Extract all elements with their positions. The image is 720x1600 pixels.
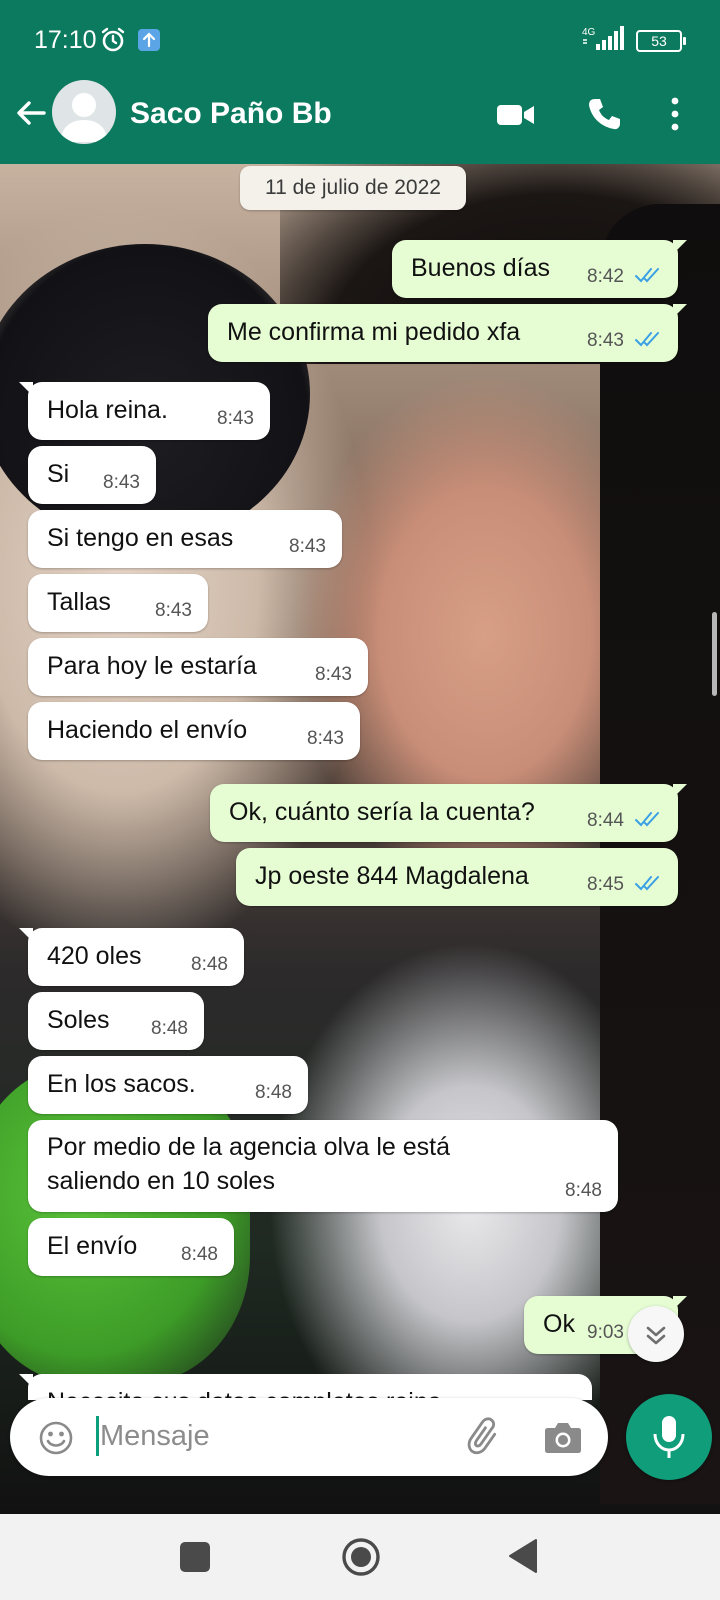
alarm-icon bbox=[101, 27, 125, 52]
home-button[interactable] bbox=[340, 1536, 382, 1578]
message-text: Ok bbox=[543, 1310, 575, 1338]
message-time: 8:43 bbox=[307, 728, 344, 749]
message-input[interactable] bbox=[100, 1412, 460, 1460]
message-text: Si tengo en esas bbox=[47, 524, 234, 552]
message-text: Me confirma mi pedido xfa bbox=[227, 318, 521, 346]
text-cursor bbox=[96, 1416, 99, 1456]
message-time: 8:48 bbox=[181, 1244, 218, 1265]
message-composer bbox=[10, 1398, 608, 1476]
message-bubble[interactable]: Hola reina. 8:43 bbox=[19, 382, 270, 440]
message-bubble[interactable]: Si tengo en esas 8:43 bbox=[28, 510, 342, 568]
message-bubble[interactable]: Por medio de la agencia olva le está sal… bbox=[28, 1120, 618, 1212]
avatar[interactable] bbox=[52, 80, 116, 144]
scroll-to-bottom-button[interactable] bbox=[628, 1306, 684, 1362]
video-call-icon[interactable] bbox=[496, 100, 536, 130]
message-bubble[interactable]: El envío 8:48 bbox=[28, 1218, 234, 1276]
status-bar: 17:10 4G 53 bbox=[0, 0, 720, 78]
read-ticks-icon bbox=[635, 268, 659, 283]
message-bubble[interactable]: Soles 8:48 bbox=[28, 992, 204, 1050]
message-bubble[interactable]: En los sacos. 8:48 bbox=[28, 1056, 308, 1114]
signal-strength-icon: 4G bbox=[582, 26, 624, 50]
avatar-icon bbox=[60, 93, 108, 142]
message-time: 8:48 bbox=[151, 1018, 188, 1039]
message-text: Jp oeste 844 Magdalena bbox=[255, 862, 529, 890]
chat-header: 17:10 4G 53 Saco Paño Bb bbox=[0, 0, 720, 164]
mic-button[interactable] bbox=[626, 1394, 712, 1480]
message-time: 8:43 bbox=[315, 664, 352, 685]
message-time: 8:44 bbox=[587, 810, 624, 831]
message-bubble[interactable]: Ok, cuánto sería la cuenta? 8:44 bbox=[210, 784, 687, 842]
read-ticks-icon bbox=[635, 332, 659, 347]
message-time: 8:43 bbox=[587, 330, 624, 351]
message-time: 8:43 bbox=[103, 472, 140, 493]
message-bubble[interactable]: Tallas 8:43 bbox=[28, 574, 208, 632]
scrollbar[interactable] bbox=[712, 612, 717, 696]
svg-text:4G: 4G bbox=[582, 27, 596, 38]
message-time: 8:45 bbox=[587, 874, 624, 895]
message-bubble[interactable]: Necesito sus datos completos reina bbox=[19, 1374, 592, 1400]
message-time: 8:48 bbox=[565, 1180, 602, 1201]
message-time: 8:48 bbox=[191, 954, 228, 975]
message-text: En los sacos. bbox=[47, 1070, 196, 1098]
message-text: Haciendo el envío bbox=[47, 716, 248, 744]
back-arrow-icon[interactable] bbox=[14, 96, 48, 130]
message-bubble[interactable]: Si 8:43 bbox=[28, 446, 156, 504]
message-text: Tallas bbox=[47, 588, 111, 616]
battery-indicator: 53 bbox=[636, 30, 686, 52]
message-text: Buenos días bbox=[411, 254, 550, 282]
message-text: Si bbox=[47, 460, 70, 488]
message-clip: Necesito sus datos completos reina bbox=[0, 1370, 720, 1400]
message-bubble[interactable]: Me confirma mi pedido xfa 8:43 bbox=[208, 304, 687, 362]
message-text: Soles bbox=[47, 1006, 110, 1034]
system-navigation-bar bbox=[0, 1514, 720, 1600]
message-time: 8:43 bbox=[155, 600, 192, 621]
message-bubble[interactable]: Buenos días 8:42 bbox=[392, 240, 687, 298]
attach-icon[interactable] bbox=[465, 1416, 505, 1458]
message-bubble[interactable]: Jp oeste 844 Magdalena 8:45 bbox=[236, 848, 678, 906]
scroll-down-icon bbox=[646, 1326, 666, 1345]
contact-name[interactable]: Saco Paño Bb bbox=[130, 97, 332, 131]
message-text: El envío bbox=[47, 1232, 138, 1260]
message-time: 9:03 bbox=[587, 1322, 624, 1343]
message-time: 8:42 bbox=[587, 266, 624, 287]
message-bubble[interactable]: 420 oles 8:48 bbox=[19, 928, 244, 986]
camera-icon[interactable] bbox=[544, 1420, 582, 1454]
message-time: 8:43 bbox=[289, 536, 326, 557]
message-text: 420 oles bbox=[47, 942, 142, 970]
phone-call-icon[interactable] bbox=[586, 96, 622, 132]
date-separator: 11 de julio de 2022 bbox=[240, 166, 466, 210]
upload-notification-icon bbox=[138, 29, 160, 51]
read-ticks-icon bbox=[635, 812, 659, 827]
message-text: Ok, cuánto sería la cuenta? bbox=[229, 798, 535, 826]
back-button[interactable] bbox=[508, 1538, 538, 1574]
message-text: Para hoy le estaría bbox=[47, 652, 257, 680]
status-time: 17:10 bbox=[34, 26, 97, 54]
message-text: Hola reina. bbox=[47, 396, 168, 424]
message-text: Por medio de la agencia olva le está sal… bbox=[47, 1133, 451, 1195]
message-time: 8:43 bbox=[217, 408, 254, 429]
message-time: 8:48 bbox=[255, 1082, 292, 1103]
message-bubble[interactable]: Para hoy le estaría 8:43 bbox=[28, 638, 368, 696]
read-ticks-icon bbox=[635, 876, 659, 891]
emoji-icon[interactable] bbox=[38, 1420, 74, 1456]
message-bubble[interactable]: Haciendo el envío 8:43 bbox=[28, 702, 360, 760]
more-options-icon[interactable] bbox=[668, 96, 682, 132]
recent-apps-button[interactable] bbox=[180, 1542, 210, 1572]
mic-icon bbox=[653, 1416, 685, 1458]
